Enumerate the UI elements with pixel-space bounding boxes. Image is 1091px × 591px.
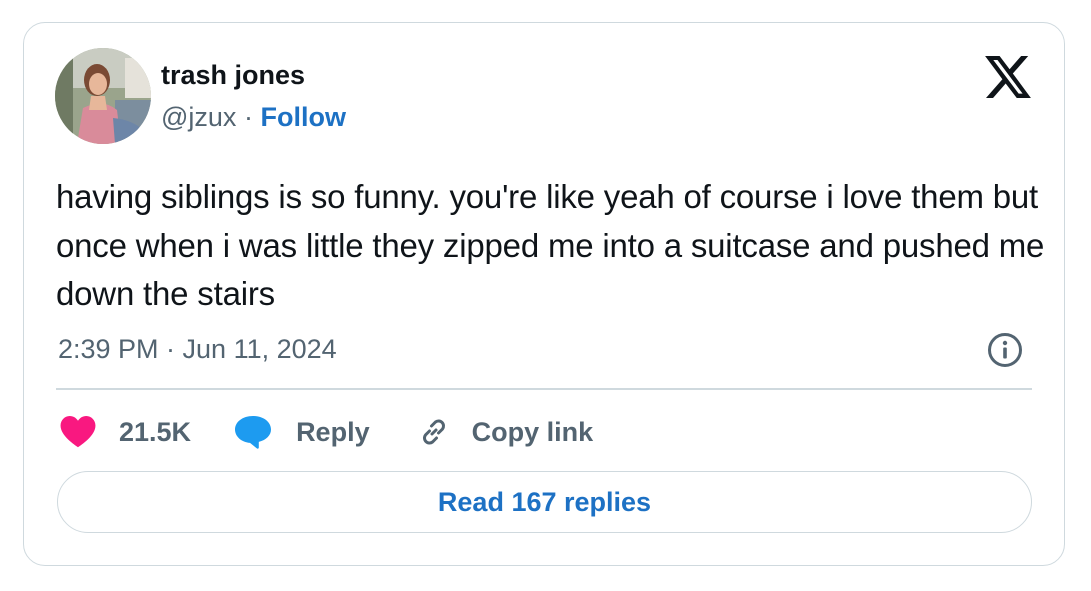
- x-logo-icon[interactable]: [985, 56, 1031, 98]
- divider: [56, 388, 1032, 390]
- reply-label: Reply: [296, 416, 370, 447]
- read-replies-button[interactable]: Read 167 replies: [57, 471, 1032, 533]
- copy-link-button[interactable]: Copy link: [416, 414, 594, 450]
- follow-button[interactable]: Follow: [260, 102, 345, 132]
- separator-dot: ·: [243, 102, 253, 132]
- author-name[interactable]: trash jones: [161, 59, 305, 91]
- info-icon[interactable]: [987, 332, 1023, 368]
- reply-button[interactable]: Reply: [233, 414, 370, 450]
- avatar-photo: [55, 48, 151, 144]
- tweet-timestamp[interactable]: 2:39 PM · Jun 11, 2024: [58, 332, 337, 366]
- action-bar: 21.5K Reply Copy link: [60, 411, 593, 453]
- like-button[interactable]: 21.5K: [60, 416, 191, 448]
- copy-link-label: Copy link: [471, 416, 594, 447]
- tweet-text: having siblings is so funny. you're like…: [56, 178, 1045, 312]
- tweet-card: trash jones @jzux · Follow having siblin…: [23, 22, 1065, 566]
- link-icon: [422, 419, 445, 445]
- author-handle[interactable]: @jzux: [161, 102, 236, 132]
- heart-icon: [60, 416, 96, 448]
- handle-row: @jzux · Follow: [161, 101, 346, 133]
- like-count: 21.5K: [119, 416, 192, 447]
- avatar[interactable]: [55, 48, 151, 144]
- speech-bubble-icon: [235, 416, 272, 449]
